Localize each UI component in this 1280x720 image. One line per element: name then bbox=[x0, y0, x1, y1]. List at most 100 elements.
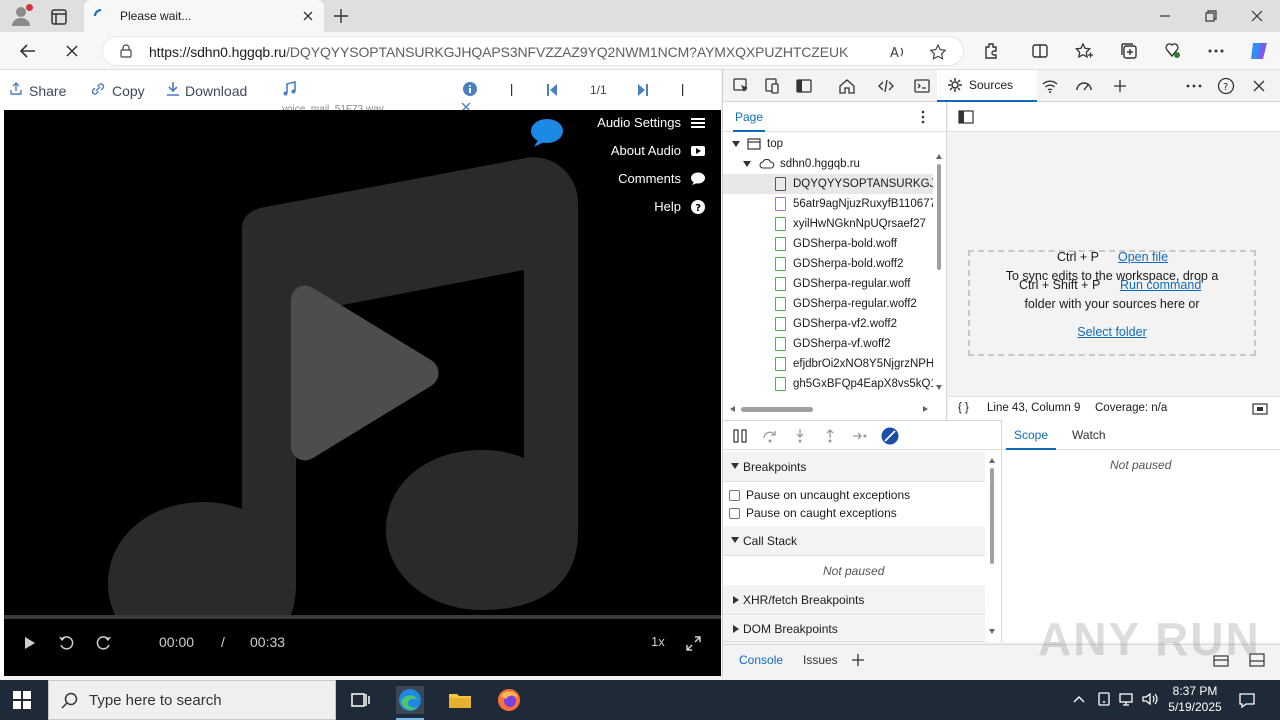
browser-essentials-icon[interactable] bbox=[1162, 41, 1182, 61]
close-window-icon[interactable] bbox=[1249, 8, 1265, 24]
select-folder-link[interactable]: Select folder bbox=[1077, 325, 1146, 339]
sidebar-scrollbar[interactable] bbox=[987, 456, 997, 636]
read-aloud-icon[interactable]: A bbox=[889, 43, 907, 61]
step-into-icon[interactable] bbox=[792, 428, 808, 444]
tab-page[interactable]: Page bbox=[733, 102, 766, 132]
tab-watch[interactable]: Watch bbox=[1064, 420, 1114, 450]
stop-loading-icon[interactable] bbox=[62, 41, 82, 61]
tree-file-item[interactable]: DQYQYYSOPTANSURKGJHQAPS3 bbox=[723, 174, 933, 194]
pretty-print-button[interactable]: { } bbox=[958, 402, 969, 414]
console-icon[interactable] bbox=[913, 77, 931, 95]
firefox-icon[interactable] bbox=[495, 686, 523, 714]
tab-sources[interactable]: Sources bbox=[937, 70, 1037, 102]
chat-bubble-icon[interactable] bbox=[530, 118, 564, 148]
tree-file-item[interactable]: GDSherpa-bold.woff bbox=[723, 234, 933, 254]
info-icon[interactable] bbox=[463, 82, 477, 96]
task-view-icon[interactable] bbox=[346, 686, 374, 714]
navigator-menu-icon[interactable] bbox=[921, 110, 925, 124]
new-tab-icon[interactable] bbox=[332, 7, 350, 25]
favorites-icon[interactable] bbox=[1074, 41, 1094, 61]
first-page-icon[interactable] bbox=[546, 83, 558, 97]
progress-track[interactable] bbox=[4, 615, 721, 619]
performance-gauge-icon[interactable] bbox=[1075, 77, 1093, 95]
settings-more-icon[interactable] bbox=[1206, 41, 1226, 61]
more-tools-plus-icon[interactable] bbox=[1111, 77, 1129, 95]
tree-file-item[interactable]: gh5GxBFQp4EapX8vs5kQ1 bbox=[723, 374, 933, 394]
forward-icon[interactable] bbox=[96, 635, 112, 651]
pause-uncaught-checkbox[interactable] bbox=[729, 489, 740, 501]
step-icon[interactable] bbox=[852, 428, 868, 444]
last-page-icon[interactable] bbox=[637, 83, 649, 97]
url-text[interactable]: https://sdhn0.hggqb.ru/DQYQYYSOPTANSURKG… bbox=[149, 44, 848, 60]
taskbar-search[interactable]: Type here to search bbox=[48, 680, 336, 720]
tree-node-domain[interactable]: sdhn0.hggqb.ru bbox=[723, 154, 937, 174]
pause-icon[interactable] bbox=[732, 428, 748, 444]
tray-device-icon[interactable] bbox=[1095, 690, 1113, 708]
dock-side-icon[interactable] bbox=[795, 77, 813, 95]
tree-file-item[interactable]: GDSherpa-regular.woff2 bbox=[723, 294, 933, 314]
device-emulation-icon[interactable] bbox=[763, 77, 781, 95]
browser-tab[interactable]: Please wait... bbox=[84, 0, 324, 32]
play-icon[interactable] bbox=[23, 636, 37, 650]
elements-code-icon[interactable] bbox=[877, 77, 895, 95]
favorite-star-icon[interactable] bbox=[929, 43, 947, 61]
tree-file-item[interactable]: GDSherpa-vf.woff2 bbox=[723, 334, 933, 354]
share-button[interactable]: Share bbox=[8, 81, 66, 100]
help-circle-icon[interactable]: ? bbox=[1217, 77, 1235, 95]
workspace-dropzone[interactable]: To sync edits to the workspace, drop a f… bbox=[968, 250, 1256, 356]
comments-menu[interactable]: Comments bbox=[618, 171, 705, 186]
inspect-element-icon[interactable] bbox=[732, 77, 750, 95]
navigator-h-scrollbar[interactable] bbox=[729, 404, 929, 414]
fullscreen-icon[interactable] bbox=[686, 636, 701, 651]
tree-file-item[interactable]: GDSherpa-vf2.woff2 bbox=[723, 314, 933, 334]
network-icon[interactable] bbox=[1118, 690, 1136, 708]
windows-start-icon[interactable] bbox=[13, 691, 31, 709]
rewind-icon[interactable] bbox=[58, 635, 74, 651]
help-menu[interactable]: Help ? bbox=[654, 199, 705, 214]
notifications-icon[interactable] bbox=[1238, 691, 1256, 709]
address-bar[interactable]: https://sdhn0.hggqb.ru/DQYQYYSOPTANSURKG… bbox=[102, 36, 964, 66]
tree-file-item[interactable]: efjdbrOi2xNO8Y5NjgrzNPH bbox=[723, 354, 933, 374]
welcome-home-icon[interactable] bbox=[838, 77, 856, 95]
deactivate-breakpoints-icon[interactable] bbox=[881, 427, 899, 445]
toggle-navigator-icon[interactable] bbox=[958, 110, 974, 124]
step-out-icon[interactable] bbox=[822, 428, 838, 444]
tab-console[interactable]: Console bbox=[731, 645, 791, 675]
file-explorer-icon[interactable] bbox=[446, 686, 474, 714]
playback-speed[interactable]: 1x bbox=[651, 634, 665, 649]
tree-file-item[interactable]: xyilHwNGknNpUQrsaef27 bbox=[723, 214, 933, 234]
close-tab-icon[interactable] bbox=[300, 8, 316, 24]
profile-avatar[interactable] bbox=[10, 4, 33, 27]
tree-node-top[interactable]: top bbox=[723, 134, 937, 154]
tab-scope[interactable]: Scope bbox=[1006, 420, 1057, 450]
pause-caught-checkbox[interactable] bbox=[729, 507, 740, 519]
call-stack-section-header[interactable]: Call Stack bbox=[723, 526, 985, 556]
about-audio-menu[interactable]: About Audio bbox=[611, 143, 705, 158]
pause-uncaught-row[interactable]: Pause on uncaught exceptions bbox=[729, 488, 910, 502]
split-screen-icon[interactable] bbox=[1030, 41, 1050, 61]
customize-menu-icon[interactable] bbox=[1185, 77, 1203, 95]
restore-icon[interactable] bbox=[1203, 8, 1219, 24]
extensions-icon[interactable] bbox=[982, 41, 1002, 61]
system-clock[interactable]: 8:37 PM 5/19/2025 bbox=[1160, 683, 1230, 715]
copilot-icon[interactable] bbox=[1247, 39, 1271, 63]
audio-player[interactable]: Audio Settings About Audio Comments Help… bbox=[4, 110, 721, 676]
lock-icon[interactable] bbox=[119, 44, 133, 58]
screenshot-icon[interactable] bbox=[1252, 403, 1268, 415]
tree-file-item[interactable]: 56atr9agNjuzRuxyfB110677 bbox=[723, 194, 933, 214]
collections-icon[interactable] bbox=[1119, 41, 1139, 61]
minimize-icon[interactable] bbox=[1157, 8, 1173, 24]
step-over-icon[interactable] bbox=[762, 428, 778, 444]
volume-icon[interactable] bbox=[1141, 690, 1159, 708]
pause-caught-row[interactable]: Pause on caught exceptions bbox=[729, 506, 897, 520]
navigator-scrollbar[interactable] bbox=[935, 152, 943, 392]
tray-chevron-icon[interactable] bbox=[1070, 690, 1088, 708]
download-button[interactable]: Download bbox=[166, 81, 247, 100]
add-drawer-tab-icon[interactable] bbox=[851, 653, 865, 667]
breakpoints-section-header[interactable]: Breakpoints bbox=[723, 452, 985, 482]
network-wifi-icon[interactable] bbox=[1041, 77, 1059, 95]
tree-file-item[interactable]: GDSherpa-regular.woff bbox=[723, 274, 933, 294]
tab-issues[interactable]: Issues bbox=[795, 645, 846, 675]
back-arrow-icon[interactable] bbox=[18, 41, 38, 61]
audio-settings-menu[interactable]: Audio Settings bbox=[597, 115, 705, 130]
